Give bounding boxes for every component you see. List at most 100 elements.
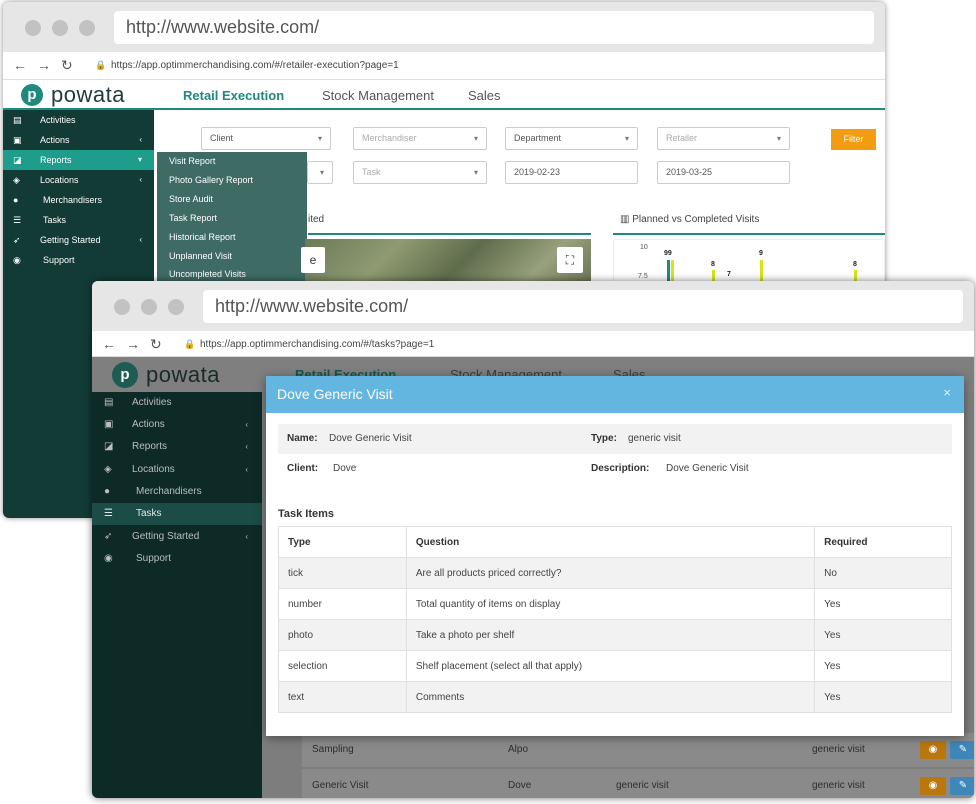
close-icon[interactable]: ×	[943, 385, 951, 400]
task-client-cell: Dove	[508, 780, 532, 791]
window-dot[interactable]	[114, 299, 130, 315]
retailer-select[interactable]: Retailer ▾	[657, 127, 790, 150]
back-arrow-icon[interactable]: ←	[13, 57, 27, 73]
item-required-cell: Yes	[814, 650, 952, 682]
sidebar-item-label: Getting Started	[132, 531, 200, 542]
sidebar-item-getting-started[interactable]: ➶ Getting Started ‹	[92, 526, 262, 548]
submenu-store-audit[interactable]: Store Audit	[169, 194, 213, 204]
forward-arrow-icon[interactable]: →	[37, 57, 51, 73]
task-select[interactable]: Task ▾	[353, 161, 487, 184]
submenu-historical-report[interactable]: Historical Report	[169, 232, 236, 242]
sidebar-item-actions[interactable]: ▣ Actions ‹	[92, 414, 262, 436]
name-value: Dove Generic Visit	[329, 433, 412, 444]
filter-button[interactable]: Filter	[831, 129, 876, 150]
reload-icon[interactable]: ↻	[150, 336, 162, 353]
nav-stock-management[interactable]: Stock Management	[322, 88, 434, 103]
reload-icon[interactable]: ↻	[61, 57, 73, 74]
table-row[interactable]: tick Are all products priced correctly? …	[278, 557, 952, 589]
submenu-task-report[interactable]: Task Report	[169, 213, 217, 223]
chevron-left-icon: ‹	[245, 465, 248, 474]
window-dot[interactable]	[79, 20, 95, 36]
page-url[interactable]: https://app.optimmerchandising.com/#/tas…	[200, 339, 434, 350]
sidebar-item-label: Actions	[132, 419, 165, 430]
submenu-visit-report[interactable]: Visit Report	[169, 156, 215, 166]
address-bar[interactable]: http://www.website.com/	[114, 11, 874, 44]
forward-arrow-icon[interactable]: →	[126, 336, 140, 352]
browser-nav: ← → ↻ 🔒 https://app.optimmerchandising.c…	[3, 52, 885, 80]
sidebar-item-activities[interactable]: ▤ Activities	[3, 110, 154, 130]
address-bar[interactable]: http://www.website.com/	[203, 290, 963, 323]
panel-divider	[613, 233, 885, 235]
window-dot[interactable]	[52, 20, 68, 36]
sidebar-item-merchandisers[interactable]: ● Merchandisers	[3, 190, 154, 210]
item-type-cell: selection	[278, 650, 407, 682]
client-select[interactable]: Client ▾	[201, 127, 331, 150]
fullscreen-icon[interactable]: ⛶	[557, 247, 583, 273]
submenu-photo-gallery-report[interactable]: Photo Gallery Report	[169, 175, 253, 185]
edit-icon[interactable]: ✎	[950, 741, 974, 759]
map-label-control[interactable]: e	[301, 247, 325, 273]
powata-logo[interactable]: p powata	[21, 82, 125, 108]
nav-sales[interactable]: Sales	[468, 88, 501, 103]
sidebar-item-locations[interactable]: ◈ Locations ‹	[3, 170, 154, 190]
submenu-uncompleted-visits[interactable]: Uncompleted Visits	[169, 269, 246, 279]
map-view[interactable]: e ⛶	[301, 239, 591, 282]
submenu-unplanned-visit[interactable]: Unplanned Visit	[169, 251, 232, 261]
chevron-left-icon: ‹	[245, 532, 248, 541]
description-value: Dove Generic Visit	[666, 463, 749, 474]
user-icon: ●	[104, 486, 111, 497]
merchandiser-select[interactable]: Merchandiser ▾	[353, 127, 487, 150]
powata-logo[interactable]: p powata	[112, 362, 220, 388]
table-row[interactable]: Sampling Alpo generic visit ◉ ✎	[302, 733, 974, 767]
nav-retail-execution[interactable]: Retail Execution	[183, 88, 284, 103]
table-row[interactable]: number Total quantity of items on displa…	[278, 588, 952, 620]
page-url[interactable]: https://app.optimmerchandising.com/#/ret…	[111, 60, 399, 71]
type-label: Type:	[591, 433, 617, 444]
task-info-row: Name: Dove Generic Visit Type: generic v…	[278, 424, 952, 454]
bar-value-label: 8	[853, 261, 857, 268]
sidebar-item-merchandisers[interactable]: ● Merchandisers	[92, 481, 262, 503]
back-arrow-icon[interactable]: ←	[102, 336, 116, 352]
sidebar-item-locations[interactable]: ◈ Locations ‹	[92, 459, 262, 481]
item-required-cell: Yes	[814, 619, 952, 651]
chevron-down-icon: ▾	[317, 134, 322, 143]
bar-chart-icon: ▥	[620, 214, 633, 225]
sidebar-item-activities[interactable]: ▤ Activities	[92, 392, 262, 414]
chevron-down-icon: ▾	[473, 168, 478, 177]
sidebar-item-reports[interactable]: ◪ Reports ▾	[3, 150, 154, 170]
column-header-type[interactable]: Type	[278, 526, 407, 558]
window-dot[interactable]	[168, 299, 184, 315]
sidebar-item-getting-started[interactable]: ➶ Getting Started ‹	[3, 230, 154, 250]
date-from-input[interactable]: 2019-02-23	[505, 161, 638, 184]
column-header-required[interactable]: Required	[814, 526, 952, 558]
logo-mark-icon: p	[21, 84, 43, 106]
partial-select[interactable]: ▾	[307, 161, 333, 184]
sidebar-item-actions[interactable]: ▣ Actions ‹	[3, 130, 154, 150]
sidebar-item-support[interactable]: ◉ Support	[3, 250, 154, 270]
sidebar-item-support[interactable]: ◉ Support	[92, 548, 262, 570]
sidebar-item-label: Locations	[132, 464, 175, 475]
calendar-icon: ▣	[104, 419, 114, 430]
item-question-cell: Comments	[405, 681, 816, 713]
department-select[interactable]: Department ▾	[505, 127, 638, 150]
table-row[interactable]: photo Take a photo per shelf Yes	[278, 619, 952, 651]
chevron-down-icon: ▾	[473, 134, 478, 143]
sidebar-item-reports[interactable]: ◪ Reports ‹	[92, 436, 262, 458]
window-dot[interactable]	[141, 299, 157, 315]
column-header-question[interactable]: Question	[405, 526, 816, 558]
table-row[interactable]: Generic Visit Dove generic visit generic…	[302, 769, 974, 798]
sidebar-item-tasks[interactable]: ☰ Tasks	[3, 210, 154, 230]
view-eye-icon[interactable]: ◉	[920, 777, 946, 795]
date-to-input[interactable]: 2019-03-25	[657, 161, 790, 184]
view-eye-icon[interactable]: ◉	[920, 741, 946, 759]
sidebar-item-tasks[interactable]: ☰ Tasks	[92, 503, 262, 525]
table-row[interactable]: selection Shelf placement (select all th…	[278, 650, 952, 682]
table-row[interactable]: text Comments Yes	[278, 681, 952, 713]
window-dot[interactable]	[25, 20, 41, 36]
map-panel-title: ited	[308, 214, 325, 225]
edit-icon[interactable]: ✎	[950, 777, 974, 795]
task-items-heading: Task Items	[278, 508, 335, 520]
task-info-row: Client: Dove Description: Dove Generic V…	[278, 454, 952, 484]
modal-title: Dove Generic Visit	[277, 386, 393, 402]
item-required-cell: No	[814, 557, 952, 589]
